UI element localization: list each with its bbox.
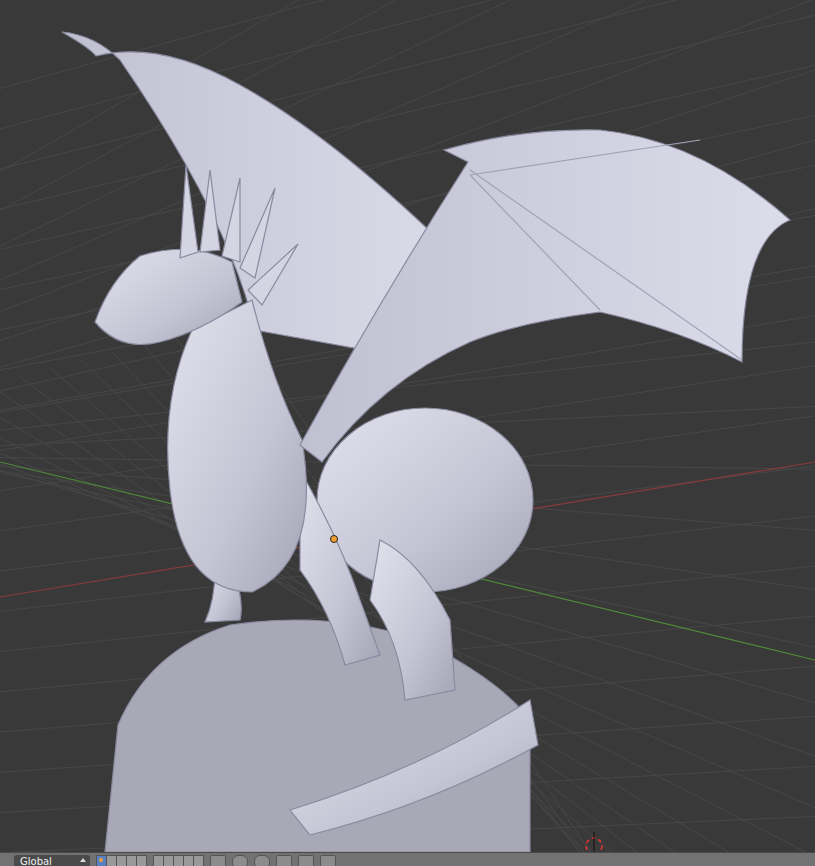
lock-icon[interactable] [210, 855, 226, 866]
layer-button[interactable] [164, 856, 173, 866]
snap-target-icon[interactable] [276, 855, 292, 866]
orientation-dropdown[interactable]: Global [14, 855, 90, 866]
layer-button[interactable] [137, 856, 146, 866]
layer-button[interactable] [194, 856, 203, 866]
3d-cursor-icon[interactable] [586, 832, 602, 852]
layer-button[interactable] [117, 856, 126, 866]
animation-icon[interactable] [320, 855, 336, 866]
proportional-edit-icon[interactable] [232, 855, 248, 866]
viewport-header: Global [0, 852, 815, 866]
dropdown-arrows-icon [80, 858, 86, 862]
layer-button[interactable] [184, 856, 193, 866]
snap-icon[interactable] [254, 855, 270, 866]
layer-group [96, 855, 147, 866]
grid-floor [0, 0, 815, 852]
scene-canvas[interactable] [0, 0, 815, 852]
origin-icon [331, 536, 338, 543]
layer-button[interactable] [107, 856, 116, 866]
dragon-model[interactable] [62, 32, 790, 852]
layer-group [153, 855, 204, 866]
layer-used-icon [99, 858, 103, 862]
render-icon[interactable] [298, 855, 314, 866]
layer-button[interactable] [174, 856, 183, 866]
3d-viewport[interactable] [0, 0, 815, 852]
layer-button[interactable] [127, 856, 136, 866]
layer-button[interactable] [97, 856, 106, 866]
blender-window: Global [0, 0, 815, 866]
layer-button[interactable] [154, 856, 163, 866]
